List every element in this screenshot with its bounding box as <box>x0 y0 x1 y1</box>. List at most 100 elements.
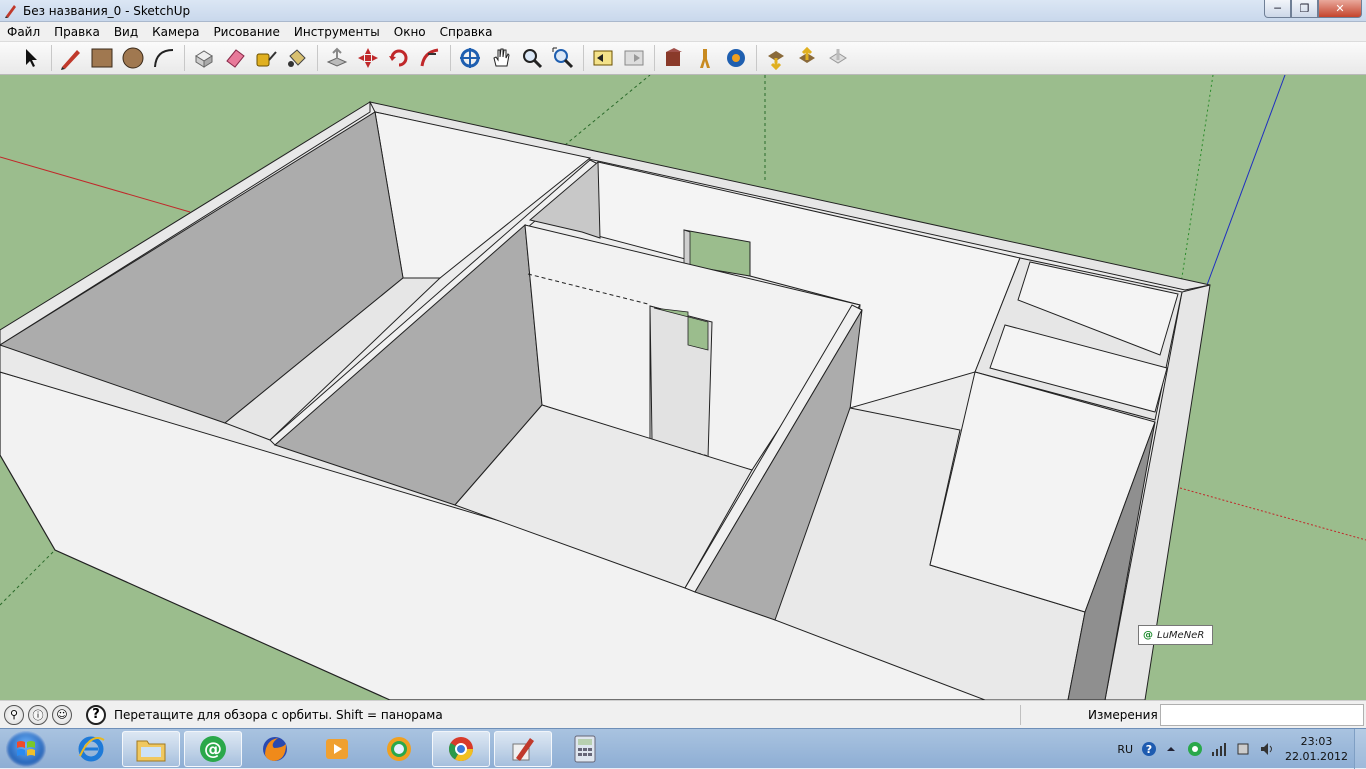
share-model-icon <box>798 46 815 63</box>
share-model-button[interactable] <box>792 44 821 73</box>
toolbar-separator <box>583 45 584 71</box>
follow-me-icon <box>420 48 438 67</box>
menu-file[interactable]: Файл <box>0 25 47 39</box>
get-models-button[interactable] <box>761 44 790 73</box>
model-drawing <box>0 75 1366 700</box>
zoom-tool-button[interactable] <box>517 44 546 73</box>
arc-tool-button[interactable] <box>149 44 178 73</box>
tape-measure-tool-button[interactable] <box>251 44 280 73</box>
position-camera-button[interactable] <box>659 44 688 73</box>
user-account-icon[interactable]: ☺ <box>52 704 72 725</box>
taskbar-explorer[interactable] <box>122 731 180 767</box>
red-axis-dotted <box>1179 487 1366 541</box>
select-arrow-icon <box>25 49 37 67</box>
toolbar-separator <box>317 45 318 71</box>
menu-draw[interactable]: Рисование <box>206 25 286 39</box>
share-component-button[interactable] <box>823 44 852 73</box>
model-viewport[interactable]: @ LuMeNeR <box>0 75 1366 700</box>
taskbar-media-player[interactable] <box>308 731 366 767</box>
windows-taskbar: @ RU ? 23:03 22.01.2012 <box>0 728 1366 769</box>
rectangle-tool-button[interactable] <box>87 44 116 73</box>
menu-camera[interactable]: Камера <box>145 25 206 39</box>
look-around-button[interactable] <box>721 44 750 73</box>
move-icon <box>357 48 378 68</box>
restore-icon: ❐ <box>1299 2 1310 15</box>
taskbar-firefox[interactable] <box>246 731 304 767</box>
system-tray: RU ? 23:03 22.01.2012 <box>1117 729 1366 769</box>
tray-clock[interactable]: 23:03 22.01.2012 <box>1285 734 1348 764</box>
svg-text:?: ? <box>1146 743 1152 756</box>
device-tray-icon[interactable] <box>1235 741 1251 757</box>
toolbar-separator <box>756 45 757 71</box>
tray-expand-icon[interactable] <box>1165 743 1177 755</box>
close-icon: ✕ <box>1335 2 1345 15</box>
clock-date: 22.01.2012 <box>1285 750 1348 763</box>
green-axis-dotted <box>0 549 56 606</box>
previous-view-icon <box>593 50 612 66</box>
taskbar-chromium[interactable] <box>370 731 428 767</box>
pan-tool-button[interactable] <box>486 44 515 73</box>
menu-tools[interactable]: Инструменты <box>287 25 387 39</box>
rotate-icon <box>388 49 407 67</box>
circle-tool-button[interactable] <box>118 44 147 73</box>
eraser-tool-button[interactable] <box>220 44 249 73</box>
menu-window[interactable]: Окно <box>387 25 433 39</box>
mail-agent-tray-icon[interactable] <box>1187 741 1203 757</box>
paint-bucket-tool-button[interactable] <box>282 44 311 73</box>
toolbar-separator <box>51 45 52 71</box>
taskbar-ie[interactable] <box>62 731 120 767</box>
zoom-extents-icon <box>552 47 573 69</box>
tape-measure-icon <box>256 51 277 67</box>
walk-icon <box>699 49 710 68</box>
next-view-button[interactable] <box>619 44 648 73</box>
orbit-icon <box>459 48 480 68</box>
position-camera-icon <box>665 48 682 66</box>
author-watermark: @ LuMeNeR <box>1138 625 1213 645</box>
move-tool-button[interactable] <box>353 44 382 73</box>
status-hint: Перетащите для обзора с орбиты. Shift = … <box>114 707 443 722</box>
sketchup-app-icon <box>5 4 16 18</box>
help-question-icon[interactable]: ? <box>86 704 106 725</box>
taskbar-calculator[interactable] <box>556 731 614 767</box>
menu-view[interactable]: Вид <box>107 25 145 39</box>
orbit-tool-button[interactable] <box>455 44 484 73</box>
make-component-button[interactable] <box>189 44 218 73</box>
rotate-tool-button[interactable] <box>384 44 413 73</box>
taskbar-chrome[interactable] <box>432 731 490 767</box>
calculator-icon <box>574 735 596 763</box>
pan-hand-icon <box>492 48 510 67</box>
push-pull-tool-button[interactable] <box>322 44 351 73</box>
start-button[interactable] <box>6 731 46 767</box>
toolbar-separator <box>654 45 655 71</box>
taskbar-sketchup[interactable] <box>494 731 552 767</box>
measurements-input[interactable] <box>1160 704 1364 726</box>
title-bar: Без названия_0 - SketchUp ─ ❐ ✕ <box>0 0 1366 22</box>
menu-help[interactable]: Справка <box>433 25 500 39</box>
menu-edit[interactable]: Правка <box>47 25 107 39</box>
main-toolbar <box>0 42 1366 75</box>
eraser-icon <box>225 49 245 68</box>
volume-icon[interactable] <box>1259 741 1275 757</box>
geolocation-icon[interactable]: ⚲ <box>4 704 24 725</box>
minimize-button[interactable]: ─ <box>1264 0 1291 18</box>
language-indicator[interactable]: RU <box>1117 743 1133 756</box>
next-view-icon <box>624 50 643 66</box>
walk-tool-button[interactable] <box>690 44 719 73</box>
select-tool-button[interactable] <box>16 44 45 73</box>
share-component-icon <box>828 49 847 64</box>
taskbar-mail-agent[interactable]: @ <box>184 731 242 767</box>
mail-agent-icon: @ <box>200 736 226 762</box>
firefox-icon <box>263 737 287 761</box>
ie-icon <box>78 736 105 762</box>
previous-view-button[interactable] <box>588 44 617 73</box>
network-signal-icon[interactable] <box>1211 741 1227 757</box>
line-tool-button[interactable] <box>56 44 85 73</box>
help-tray-icon[interactable]: ? <box>1141 741 1157 757</box>
zoom-extents-button[interactable] <box>548 44 577 73</box>
maximize-button[interactable]: ❐ <box>1291 0 1318 18</box>
close-button[interactable]: ✕ <box>1318 0 1362 18</box>
show-desktop-button[interactable] <box>1354 729 1366 769</box>
follow-me-tool-button[interactable] <box>415 44 444 73</box>
red-axis-line <box>0 156 191 213</box>
credits-icon[interactable]: ⓘ <box>28 704 48 725</box>
